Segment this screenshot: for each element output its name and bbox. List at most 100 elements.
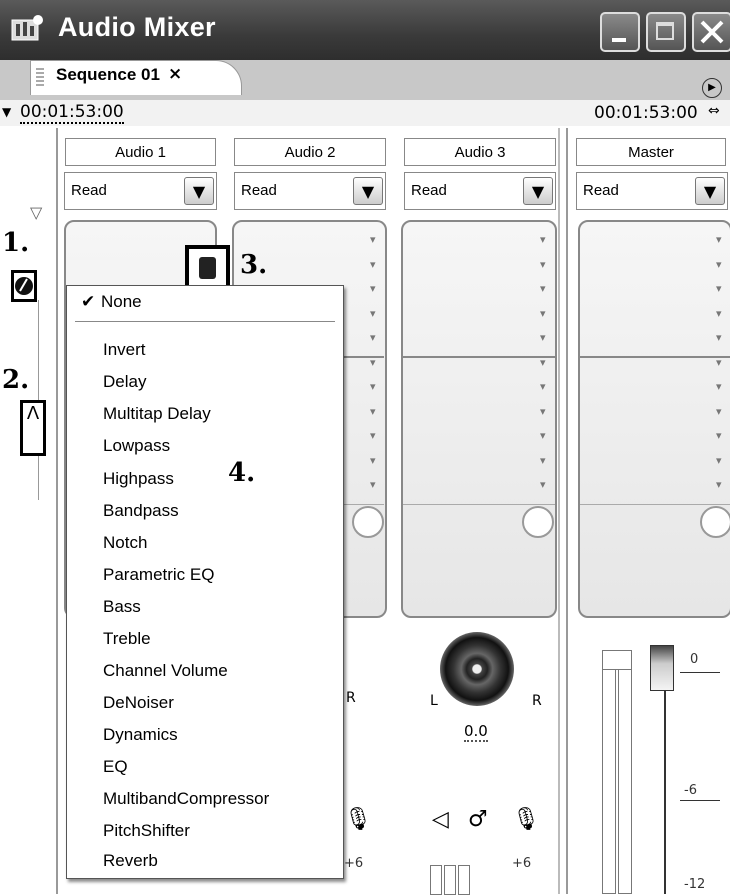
master-meter-left: [602, 650, 616, 894]
pan-left-label: L: [430, 693, 438, 709]
master-meter-right: [618, 650, 632, 894]
menu-item-lowpass[interactable]: Lowpass: [103, 436, 170, 456]
annotation-1: 1.: [2, 228, 30, 258]
menu-item-parametric-eq[interactable]: Parametric EQ: [103, 565, 214, 585]
menu-item-invert[interactable]: Invert: [103, 340, 146, 360]
mute-speaker-icon[interactable]: ◁: [432, 807, 449, 832]
menu-item-reverb[interactable]: Reverb: [103, 851, 158, 871]
automation-value: Read: [241, 182, 277, 199]
panel-menu-icon[interactable]: ▶: [702, 78, 722, 98]
collapse-triangle-icon[interactable]: ▽: [30, 203, 42, 222]
menu-separator: [75, 321, 335, 322]
tab-close-button[interactable]: ×: [168, 64, 182, 84]
effects-panel-audio-3[interactable]: [401, 220, 557, 618]
automation-value: Read: [583, 182, 619, 199]
checkmark-icon: ✔: [81, 292, 96, 311]
annotation-2: 2.: [2, 365, 30, 395]
automation-value: Read: [71, 182, 107, 199]
mixer-app-icon: [10, 14, 44, 44]
effect-selection-button[interactable]: [185, 245, 230, 290]
send-level-knob[interactable]: [522, 506, 554, 538]
column-divider: [558, 128, 560, 894]
track-name-master[interactable]: Master: [576, 138, 726, 166]
annotation-4: 4.: [228, 458, 256, 488]
send-level-knob[interactable]: [700, 506, 730, 538]
db-label-0: 0: [690, 652, 699, 667]
fader-track: [664, 660, 666, 894]
pan-knob-audio-3[interactable]: [440, 632, 514, 706]
db-tick: [680, 672, 720, 673]
effects-toggle-button[interactable]: [11, 270, 37, 302]
annotation-3: 3.: [240, 250, 268, 280]
chevron-down-icon[interactable]: ▼: [523, 177, 553, 205]
minimize-button[interactable]: [600, 12, 640, 52]
menu-item-notch[interactable]: Notch: [103, 533, 147, 553]
effects-dropdown-menu[interactable]: ✔ None Invert Delay Multitap Delay Lowpa…: [66, 285, 344, 879]
automation-select-master[interactable]: Read ▼: [576, 172, 728, 210]
menu-item-bandpass[interactable]: Bandpass: [103, 501, 179, 521]
effects-panel-master[interactable]: [578, 220, 730, 618]
record-mic-icon[interactable]: 🎙: [344, 807, 372, 832]
send-icon: ⴷ: [26, 403, 40, 424]
menu-item-eq[interactable]: EQ: [103, 757, 128, 777]
automation-value: Read: [411, 182, 447, 199]
effect-slot-arrows: ▾ ▾ ▾ ▾ ▾ ▾ ▾ ▾ ▾ ▾ ▾: [370, 233, 376, 491]
tab-label: Sequence 01: [56, 65, 160, 84]
automation-select-audio-3[interactable]: Read ▼: [404, 172, 556, 210]
menu-item-denoiser[interactable]: DeNoiser: [103, 693, 174, 713]
sends-divider: [403, 356, 555, 358]
clip-indicator[interactable]: [602, 650, 632, 670]
chevron-down-icon[interactable]: ▼: [353, 177, 383, 205]
master-volume-fader[interactable]: [650, 645, 674, 691]
pan-right-label: R: [346, 690, 356, 706]
effect-slot-arrows: ▾ ▾ ▾ ▾ ▾ ▾ ▾ ▾ ▾ ▾ ▾: [716, 233, 722, 491]
current-timecode[interactable]: 00:01:53:00: [20, 103, 124, 124]
record-mic-icon[interactable]: 🎙: [512, 807, 540, 832]
pan-right-label: R: [532, 693, 542, 709]
sends-toggle-button[interactable]: ⴷ: [20, 400, 46, 456]
automation-select-audio-1[interactable]: Read ▼: [64, 172, 217, 210]
menu-item-delay[interactable]: Delay: [103, 372, 146, 392]
link-icon: ⇔: [708, 103, 720, 119]
volume-meter: [444, 865, 456, 895]
menu-item-multitap-delay[interactable]: Multitap Delay: [103, 404, 211, 424]
effect-row-divider: [403, 504, 555, 505]
tab-grip-icon[interactable]: [36, 68, 44, 86]
volume-meter: [458, 865, 470, 895]
track-name-audio-2[interactable]: Audio 2: [234, 138, 386, 166]
playhead-marker-icon: ▼: [2, 105, 12, 119]
effect-slot-arrows: ▾ ▾ ▾ ▾ ▾ ▾ ▾ ▾ ▾ ▾ ▾: [540, 233, 546, 491]
sends-divider: [580, 356, 730, 358]
fx-icon: [15, 277, 33, 295]
db-label-minus-12: -12: [684, 877, 706, 892]
chevron-down-icon[interactable]: ▼: [184, 177, 214, 205]
maximize-button[interactable]: [646, 12, 686, 52]
menu-item-treble[interactable]: Treble: [103, 629, 151, 649]
db-label-minus-6: -6: [684, 783, 697, 798]
menu-item-highpass[interactable]: Highpass: [103, 469, 174, 489]
menu-item-none[interactable]: None: [101, 292, 142, 312]
track-name-audio-1[interactable]: Audio 1: [65, 138, 216, 166]
track-name-audio-3[interactable]: Audio 3: [404, 138, 556, 166]
dropdown-arrow-icon: [199, 257, 216, 279]
db-tick: [680, 800, 720, 801]
master-divider: [566, 128, 568, 894]
window-title: Audio Mixer: [58, 12, 216, 42]
menu-item-pitchshifter[interactable]: PitchShifter: [103, 821, 190, 841]
column-divider: [56, 128, 58, 894]
close-button[interactable]: [692, 12, 730, 52]
close-icon: [700, 20, 724, 44]
menu-item-channel-volume[interactable]: Channel Volume: [103, 661, 228, 681]
solo-icon[interactable]: ♂: [468, 807, 488, 832]
duration-timecode: 00:01:53:00: [594, 103, 698, 123]
menu-item-dynamics[interactable]: Dynamics: [103, 725, 178, 745]
send-level-knob[interactable]: [352, 506, 384, 538]
menu-item-multiband-compressor[interactable]: MultibandCompressor: [103, 789, 269, 809]
chevron-down-icon[interactable]: ▼: [695, 177, 725, 205]
effect-row-divider: [580, 504, 730, 505]
fader-plus-label: +6: [344, 856, 364, 871]
automation-select-audio-2[interactable]: Read ▼: [234, 172, 386, 210]
fader-plus-label: +6: [512, 856, 532, 871]
pan-value[interactable]: 0.0: [464, 723, 488, 742]
menu-item-bass[interactable]: Bass: [103, 597, 141, 617]
